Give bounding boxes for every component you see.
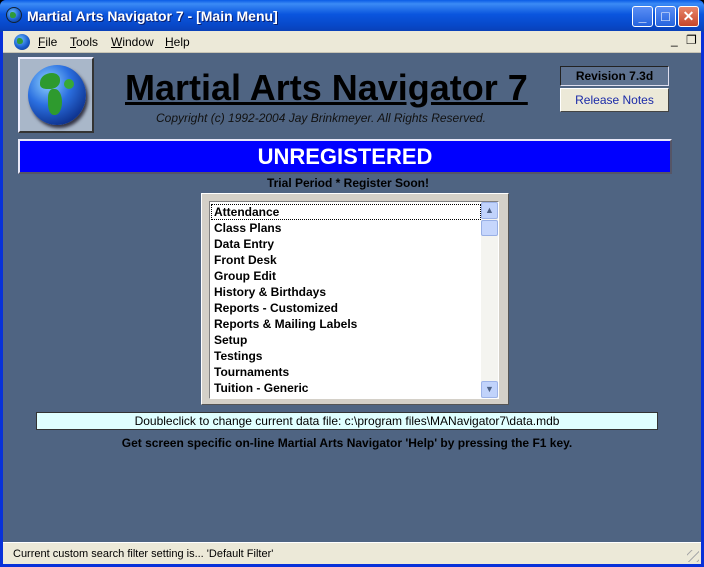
data-file-field[interactable]: Doubleclick to change current data file:… <box>36 412 658 430</box>
window-title: Martial Arts Navigator 7 - [Main Menu] <box>27 8 278 24</box>
list-item-setup[interactable]: Setup <box>211 332 481 348</box>
menu-file[interactable]: File <box>38 35 57 49</box>
list-item-reports-mailing-labels[interactable]: Reports & Mailing Labels <box>211 316 481 332</box>
scroll-down-arrow-icon[interactable]: ▼ <box>481 381 498 398</box>
status-text: Current custom search filter setting is.… <box>13 548 274 560</box>
list-item-reports-customized[interactable]: Reports - Customized <box>211 300 481 316</box>
main-menu-panel: Martial Arts Navigator 7 Copyright (c) 1… <box>3 53 701 542</box>
mdi-restore-button[interactable]: ❐ <box>686 33 697 47</box>
main-window: Martial Arts Navigator 7 - [Main Menu] _… <box>0 0 704 567</box>
list-item-tournaments[interactable]: Tournaments <box>211 364 481 380</box>
module-list-frame: Attendance Class Plans Data Entry Front … <box>201 193 509 405</box>
list-item-class-plans[interactable]: Class Plans <box>211 220 481 236</box>
menu-tools[interactable]: Tools <box>70 35 98 49</box>
list-item-data-entry[interactable]: Data Entry <box>211 236 481 252</box>
list-item-testings[interactable]: Testings <box>211 348 481 364</box>
scroll-up-arrow-icon[interactable]: ▲ <box>481 202 498 219</box>
list-scrollbar[interactable]: ▲ ▼ <box>481 202 498 398</box>
list-item-history-birthdays[interactable]: History & Birthdays <box>211 284 481 300</box>
release-notes-button[interactable]: Release Notes <box>560 88 669 112</box>
document-globe-icon[interactable] <box>14 34 30 50</box>
scroll-thumb[interactable] <box>481 220 498 236</box>
resize-grip-icon[interactable] <box>687 550 699 562</box>
unregistered-banner: UNREGISTERED <box>18 139 672 174</box>
list-item-attendance[interactable]: Attendance <box>211 204 481 220</box>
menu-window[interactable]: Window <box>111 35 154 49</box>
app-globe-icon[interactable] <box>6 7 22 23</box>
list-item-front-desk[interactable]: Front Desk <box>211 252 481 268</box>
trial-notice: Trial Period * Register Soon! <box>266 176 430 190</box>
logo-frame <box>18 57 94 133</box>
app-title: Martial Arts Navigator 7 <box>125 67 528 108</box>
mdi-minimize-button[interactable]: _ <box>671 33 678 47</box>
copyright-text: Copyright (c) 1992-2004 Jay Brinkmeyer. … <box>156 111 486 125</box>
module-list-items: Attendance Class Plans Data Entry Front … <box>211 204 481 396</box>
menu-bar: File Tools Window Help _ ❐ <box>3 31 701 53</box>
maximize-button[interactable]: □ <box>655 6 676 27</box>
globe-logo-icon <box>28 65 86 125</box>
menu-help[interactable]: Help <box>165 35 190 49</box>
module-listbox[interactable]: Attendance Class Plans Data Entry Front … <box>209 201 499 399</box>
title-bar[interactable]: Martial Arts Navigator 7 - [Main Menu] _… <box>0 0 704 32</box>
list-item-group-edit[interactable]: Group Edit <box>211 268 481 284</box>
close-button[interactable]: ✕ <box>678 6 699 27</box>
help-hint: Get screen specific on-line Martial Arts… <box>121 436 573 450</box>
revision-label: Revision 7.3d <box>560 66 669 86</box>
minimize-button[interactable]: _ <box>632 6 653 27</box>
status-bar: Current custom search filter setting is.… <box>3 542 701 564</box>
list-item-tuition-generic[interactable]: Tuition - Generic <box>211 380 481 396</box>
